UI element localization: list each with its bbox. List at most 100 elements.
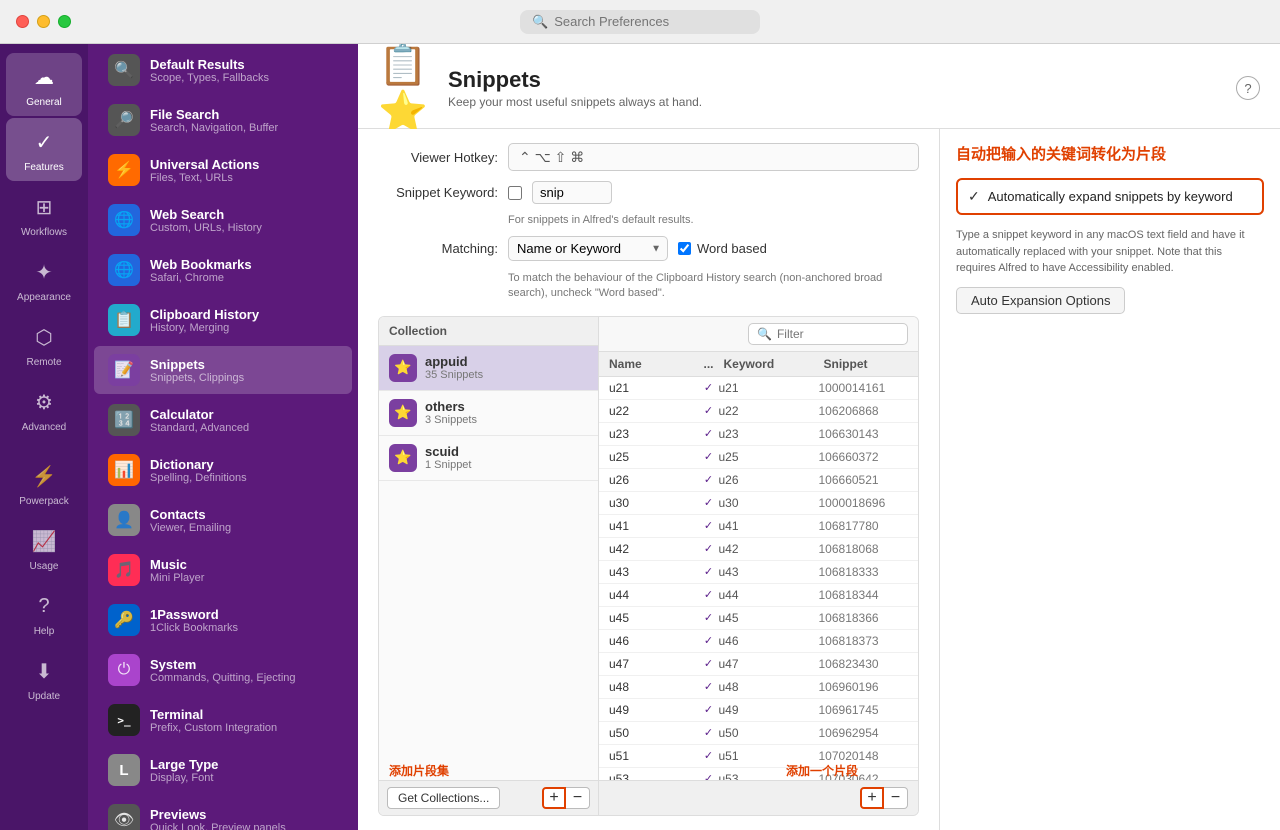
collection-name-appuid: appuid — [425, 354, 483, 369]
calculator-icon: 🔢 — [108, 404, 140, 436]
help-label: Help — [34, 626, 55, 637]
col-snippet-header: Snippet — [824, 357, 909, 371]
snippet-keyword-checkbox[interactable] — [508, 186, 522, 200]
sidebar-item-remote[interactable]: ⬡ Remote — [6, 313, 82, 376]
sidebar-item-advanced[interactable]: ⚙ Advanced — [6, 378, 82, 441]
search-input[interactable] — [554, 14, 734, 29]
table-row[interactable]: u22 ✓ u22 106206868 — [599, 400, 918, 423]
sidebar-item-appearance[interactable]: ✦ Appearance — [6, 248, 82, 311]
collection-item-appuid[interactable]: ⭐ appuid 35 Snippets — [379, 346, 598, 391]
snippet-name: u50 — [609, 726, 699, 740]
usage-label: Usage — [30, 561, 59, 572]
remove-collection-button[interactable]: − — [566, 787, 590, 809]
help-button[interactable]: ? — [1236, 76, 1260, 100]
collection-header-label: Collection — [389, 324, 447, 338]
snippet-value: 106660372 — [819, 450, 909, 464]
nav-item-previews[interactable]: 👁 Previews Quick Look, Preview panels — [94, 796, 352, 830]
sidebar-item-help[interactable]: ? Help — [6, 582, 82, 645]
features-label: Features — [24, 162, 63, 173]
auto-expansion-options-button[interactable]: Auto Expansion Options — [956, 287, 1125, 314]
table-row[interactable]: u48 ✓ u48 106960196 — [599, 676, 918, 699]
snippet-value: 106823430 — [819, 657, 909, 671]
nav-item-1password[interactable]: 🔑 1Password 1Click Bookmarks — [94, 596, 352, 644]
table-row[interactable]: u53 ✓ u53 107030642 — [599, 768, 918, 780]
snippet-keyword: u45 — [719, 611, 819, 625]
snippet-name: u43 — [609, 565, 699, 579]
appearance-icon: ✦ — [28, 256, 60, 288]
snippet-keyword-input[interactable] — [532, 181, 612, 204]
snippet-enabled-icon: ✓ — [699, 565, 719, 578]
table-row[interactable]: u50 ✓ u50 106962954 — [599, 722, 918, 745]
universal-actions-icon: ⚡ — [108, 154, 140, 186]
table-row[interactable]: u45 ✓ u45 106818366 — [599, 607, 918, 630]
nav-item-clipboard-history[interactable]: 📋 Clipboard History History, Merging — [94, 296, 352, 344]
app-body: ☁ General ✓ Features ⊞ Workflows ✦ Appea… — [0, 44, 1280, 830]
help-icon: ? — [28, 590, 60, 622]
advanced-icon: ⚙ — [28, 386, 60, 418]
sidebar-item-powerpack[interactable]: ⚡ Powerpack — [6, 452, 82, 515]
sidebar-item-usage[interactable]: 📈 Usage — [6, 517, 82, 580]
word-based-checkbox[interactable] — [678, 242, 691, 255]
table-row[interactable]: u44 ✓ u44 106818344 — [599, 584, 918, 607]
nav-item-universal-actions[interactable]: ⚡ Universal Actions Files, Text, URLs — [94, 146, 352, 194]
add-snippet-button[interactable]: + — [860, 787, 884, 809]
table-row[interactable]: u42 ✓ u42 106818068 — [599, 538, 918, 561]
close-button[interactable] — [16, 15, 29, 28]
snippet-toolbar: 🔍 — [599, 317, 918, 352]
sidebar-item-general[interactable]: ☁ General — [6, 53, 82, 116]
table-row[interactable]: u49 ✓ u49 106961745 — [599, 699, 918, 722]
table-row[interactable]: u43 ✓ u43 106818333 — [599, 561, 918, 584]
snippet-name: u45 — [609, 611, 699, 625]
web-search-icon: 🌐 — [108, 204, 140, 236]
table-row[interactable]: u25 ✓ u25 106660372 — [599, 446, 918, 469]
nav-item-large-type[interactable]: L Large Type Display, Font — [94, 746, 352, 794]
snippet-keyword: u42 — [719, 542, 819, 556]
table-row[interactable]: u46 ✓ u46 106818373 — [599, 630, 918, 653]
table-row[interactable]: u51 ✓ u51 107020148 — [599, 745, 918, 768]
table-row[interactable]: u23 ✓ u23 106630143 — [599, 423, 918, 446]
maximize-button[interactable] — [58, 15, 71, 28]
matching-select[interactable]: Name or Keyword Name only Keyword only — [508, 236, 668, 261]
nav-item-file-search[interactable]: 🔎 File Search Search, Navigation, Buffer — [94, 96, 352, 144]
collection-item-scuid[interactable]: ⭐ scuid 1 Snippet — [379, 436, 598, 481]
nav-subtitle-dictionary: Spelling, Definitions — [150, 472, 247, 484]
snippet-name: u48 — [609, 680, 699, 694]
table-row[interactable]: u26 ✓ u26 106660521 — [599, 469, 918, 492]
nav-item-default-results[interactable]: 🔍 Default Results Scope, Types, Fallback… — [94, 46, 352, 94]
page-subtitle: Keep your most useful snippets always at… — [448, 95, 1222, 109]
search-bar[interactable]: 🔍 — [520, 10, 760, 34]
nav-item-contacts[interactable]: 👤 Contacts Viewer, Emailing — [94, 496, 352, 544]
filter-input-wrap[interactable]: 🔍 — [748, 323, 908, 345]
add-collection-button[interactable]: + — [542, 787, 566, 809]
remove-snippet-button[interactable]: − — [884, 787, 908, 809]
collection-item-others[interactable]: ⭐ others 3 Snippets — [379, 391, 598, 436]
nav-item-snippets[interactable]: 📝 Snippets Snippets, Clippings — [94, 346, 352, 394]
table-row[interactable]: u41 ✓ u41 106817780 — [599, 515, 918, 538]
nav-item-system[interactable]: ⏻ System Commands, Quitting, Ejecting — [94, 646, 352, 694]
sidebar-item-update[interactable]: ⬇ Update — [6, 647, 82, 710]
get-collections-button[interactable]: Get Collections... — [387, 787, 500, 809]
nav-subtitle-file-search: Search, Navigation, Buffer — [150, 122, 278, 134]
content-header: 📋⭐ Snippets Keep your most useful snippe… — [358, 44, 1280, 129]
nav-item-music[interactable]: 🎵 Music Mini Player — [94, 546, 352, 594]
table-row[interactable]: u47 ✓ u47 106823430 — [599, 653, 918, 676]
minimize-button[interactable] — [37, 15, 50, 28]
auto-expand-label: Automatically expand snippets by keyword — [988, 189, 1233, 204]
snippet-keyword: u41 — [719, 519, 819, 533]
table-row[interactable]: u21 ✓ u21 1000014161 — [599, 377, 918, 400]
nav-subtitle-previews: Quick Look, Preview panels — [150, 822, 286, 830]
nav-subtitle-web-search: Custom, URLs, History — [150, 222, 262, 234]
previews-icon: 👁 — [108, 804, 140, 830]
nav-item-dictionary[interactable]: 📊 Dictionary Spelling, Definitions — [94, 446, 352, 494]
snippet-value: 106818373 — [819, 634, 909, 648]
table-row[interactable]: u30 ✓ u30 1000018696 — [599, 492, 918, 515]
sidebar-item-features[interactable]: ✓ Features — [6, 118, 82, 181]
viewer-hotkey-field[interactable]: ⌃ ⌥ ⇧ ⌘ — [508, 143, 919, 171]
nav-item-terminal[interactable]: >_ Terminal Prefix, Custom Integration — [94, 696, 352, 744]
sidebar-item-workflows[interactable]: ⊞ Workflows — [6, 183, 82, 246]
nav-item-web-search[interactable]: 🌐 Web Search Custom, URLs, History — [94, 196, 352, 244]
nav-item-web-bookmarks[interactable]: 🌐 Web Bookmarks Safari, Chrome — [94, 246, 352, 294]
filter-input[interactable] — [777, 327, 897, 341]
matching-row: Matching: Name or Keyword Name only Keyw… — [378, 236, 919, 261]
nav-item-calculator[interactable]: 🔢 Calculator Standard, Advanced — [94, 396, 352, 444]
